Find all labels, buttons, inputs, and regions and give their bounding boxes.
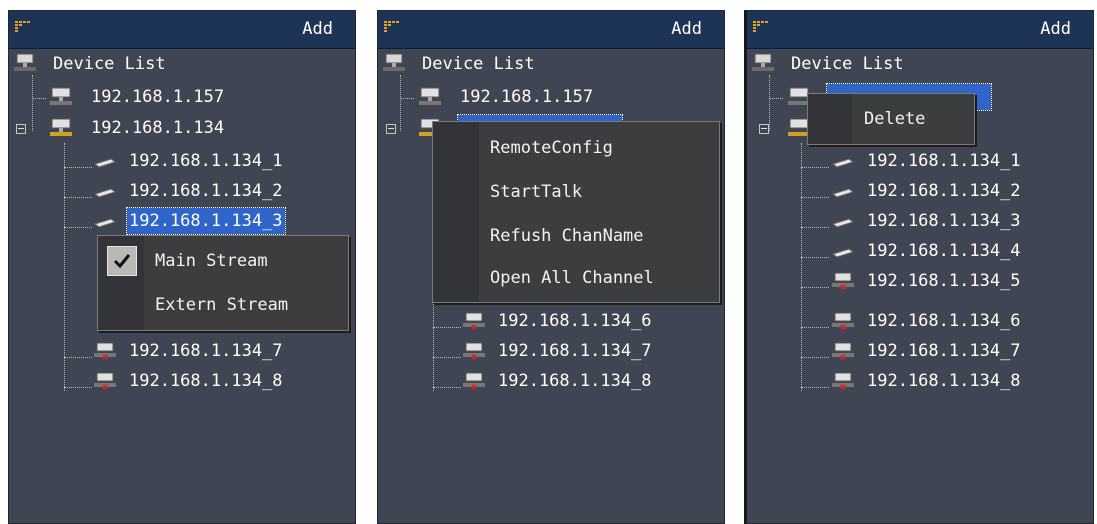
channel-label: 192.168.1.134_8	[498, 371, 652, 391]
camera-icon	[831, 218, 855, 228]
device-online-icon	[419, 87, 441, 105]
menu-item-refush-chan-name[interactable]: Refush ChanName	[433, 214, 719, 258]
menu-item-label: Main Stream	[155, 251, 268, 271]
camera-icon	[831, 158, 855, 168]
channel-label: 192.168.1.134_8	[129, 371, 283, 391]
menu-item-main-stream[interactable]: Main Stream	[98, 239, 348, 283]
delete-context-menu: Delete	[807, 93, 975, 145]
device-context-menu: RemoteConfig StartTalk Refush ChanName O…	[432, 121, 720, 303]
channel-label: 192.168.1.134_1	[867, 151, 1021, 171]
device-list-icon	[14, 53, 36, 71]
channel-label: 192.168.1.134_8	[867, 371, 1021, 391]
stream-context-menu: Main Stream Extern Stream	[97, 235, 349, 331]
camera-offline-icon	[463, 372, 485, 390]
menu-item-open-all-channel[interactable]: Open All Channel	[433, 256, 719, 300]
menu-item-start-talk[interactable]: StartTalk	[433, 170, 719, 214]
camera-offline-icon	[832, 312, 854, 330]
camera-icon	[831, 188, 855, 198]
menu-item-label: RemoteConfig	[490, 138, 613, 158]
camera-offline-icon	[463, 312, 485, 330]
device-panel-2: Add Device List 192.168.1.157 192.168.1.…	[377, 10, 725, 524]
device-list-icon	[383, 53, 405, 71]
camera-icon	[93, 218, 117, 228]
collapse-toggle[interactable]	[16, 124, 26, 134]
camera-icon	[93, 158, 117, 168]
device-panel-1: Add Device List 192.168.1.157 192.168.1.…	[8, 10, 356, 524]
panel-header: Add	[9, 11, 355, 49]
menu-item-label: Extern Stream	[155, 295, 289, 315]
device-online-icon	[50, 87, 72, 105]
channel-label: 192.168.1.134_3	[867, 211, 1021, 231]
camera-offline-icon	[94, 372, 116, 390]
app-logo-icon	[753, 21, 769, 33]
channel-label: 192.168.1.134_6	[498, 311, 652, 331]
channel-label: 192.168.1.134_7	[129, 341, 283, 361]
tree-root-label: Device List	[422, 54, 535, 74]
menu-item-extern-stream[interactable]: Extern Stream	[98, 283, 348, 327]
camera-offline-icon	[832, 272, 854, 290]
menu-item-label: Open All Channel	[490, 268, 654, 288]
camera-icon	[831, 248, 855, 258]
app-logo-icon	[384, 21, 400, 33]
collapse-toggle[interactable]	[759, 124, 769, 134]
panel-header: Add	[378, 11, 724, 49]
channel-label: 192.168.1.134_5	[867, 271, 1021, 291]
panel-header: Add	[747, 11, 1093, 49]
device-label: 192.168.1.157	[460, 87, 594, 107]
device-panel-3: Add Device List 192.168.1.134_1 192.168.…	[744, 10, 1094, 524]
device-online-icon	[50, 118, 72, 136]
tree-root-label: Device List	[53, 54, 166, 74]
camera-offline-icon	[94, 342, 116, 360]
add-button[interactable]: Add	[302, 19, 333, 39]
menu-item-label: Delete	[864, 109, 926, 129]
channel-label: 192.168.1.134_7	[498, 341, 652, 361]
menu-item-remote-config[interactable]: RemoteConfig	[433, 126, 719, 170]
add-button[interactable]: Add	[1040, 19, 1071, 39]
app-logo-icon	[15, 21, 31, 33]
channel-label: 192.168.1.134_1	[129, 151, 283, 171]
channel-label: 192.168.1.134_6	[867, 311, 1021, 331]
menu-item-label: StartTalk	[490, 182, 583, 202]
channel-label: 192.168.1.134_2	[129, 181, 283, 201]
camera-offline-icon	[463, 342, 485, 360]
channel-label: 192.168.1.134_4	[867, 241, 1021, 261]
checkmark-icon	[107, 246, 137, 276]
device-list-icon	[752, 53, 774, 71]
camera-offline-icon	[832, 342, 854, 360]
menu-item-label: Refush ChanName	[490, 226, 644, 246]
channel-label: 192.168.1.134_3	[126, 207, 286, 235]
menu-item-delete[interactable]: Delete	[808, 97, 974, 141]
device-label: 192.168.1.134	[91, 118, 225, 138]
collapse-toggle[interactable]	[386, 124, 396, 134]
camera-icon	[93, 188, 117, 198]
channel-label: 192.168.1.134_7	[867, 341, 1021, 361]
add-button[interactable]: Add	[671, 19, 702, 39]
camera-offline-icon	[832, 372, 854, 390]
tree-root-label: Device List	[791, 54, 904, 74]
device-label: 192.168.1.157	[91, 87, 225, 107]
channel-label: 192.168.1.134_2	[867, 181, 1021, 201]
